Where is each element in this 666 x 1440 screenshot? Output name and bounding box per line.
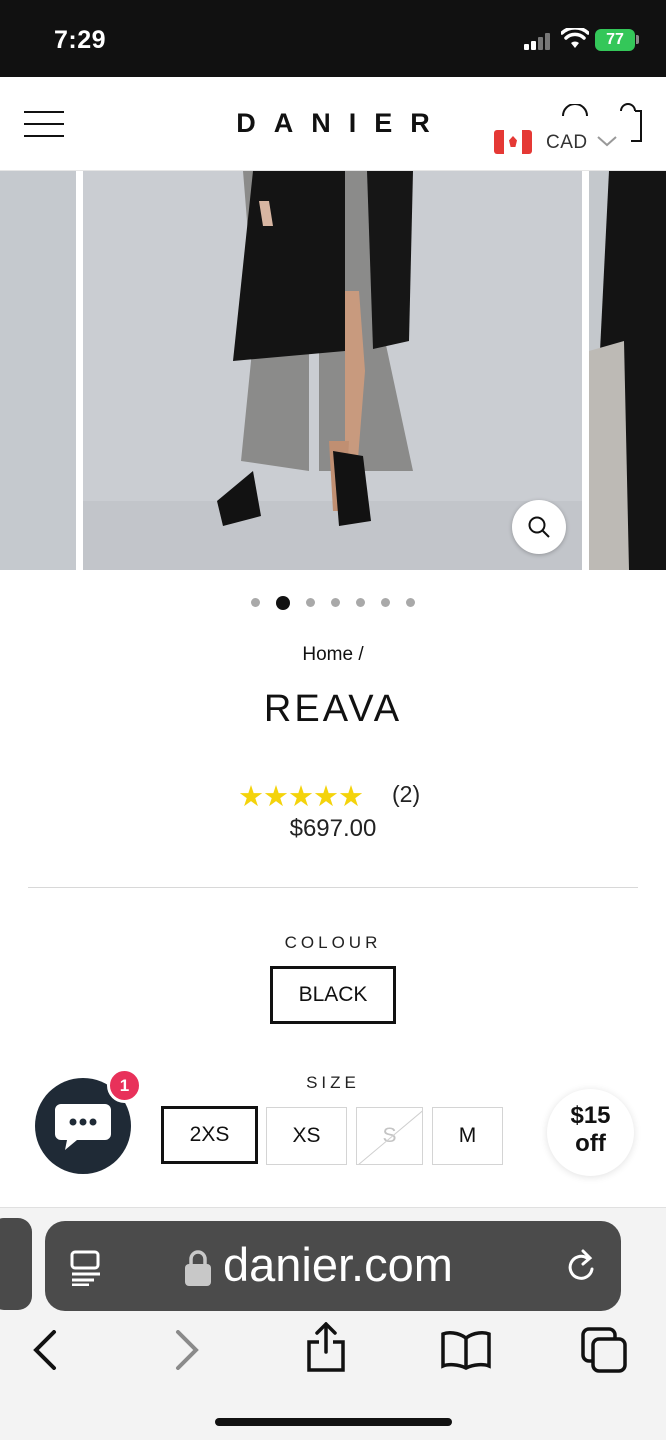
battery-indicator: 77 <box>595 29 635 51</box>
tabs-icon[interactable] <box>580 1326 630 1374</box>
status-bar: 7:29 77 <box>0 0 666 77</box>
address-bar[interactable]: danier.com <box>45 1221 621 1311</box>
account-icon[interactable] <box>560 104 590 124</box>
currency-label: CAD <box>546 132 588 153</box>
browser-toolbar: danier.com <box>0 1207 666 1440</box>
gallery-dot[interactable] <box>331 598 340 608</box>
divider <box>28 887 638 888</box>
product-title: REAVA <box>263 688 403 730</box>
battery-cap <box>636 35 639 44</box>
product-image <box>0 171 76 570</box>
size-option-2xs[interactable]: 2XS <box>161 1106 258 1164</box>
colour-option-black[interactable]: BLACK <box>270 966 396 1024</box>
gallery-dot-active[interactable] <box>276 595 290 610</box>
product-image <box>589 171 666 570</box>
zoom-button[interactable] <box>512 500 566 554</box>
product-price: $697.00 <box>289 815 377 842</box>
site-header: DANIER CAD <box>0 77 666 171</box>
url-text: danier.com <box>223 1238 453 1291</box>
star-rating-icon: ★★★★★ <box>238 781 364 813</box>
wifi-icon <box>561 28 589 48</box>
gallery-dot[interactable] <box>406 598 415 608</box>
search-icon <box>528 516 550 538</box>
gallery-slide-next[interactable] <box>589 171 666 570</box>
status-time: 7:29 <box>54 26 107 54</box>
size-option-s-label: S <box>382 1124 397 1147</box>
unavailable-strike <box>357 1108 422 1164</box>
bookmarks-icon[interactable] <box>440 1330 492 1370</box>
home-indicator <box>215 1418 452 1426</box>
forward-icon[interactable] <box>172 1330 200 1370</box>
discount-amount: $15 <box>570 1102 611 1129</box>
gallery-dot[interactable] <box>381 598 390 608</box>
previous-tab-preview[interactable] <box>0 1218 32 1310</box>
cellular-signal-icon <box>524 32 554 50</box>
size-option-s-unavailable[interactable]: S <box>356 1107 423 1165</box>
back-icon[interactable] <box>32 1330 60 1370</box>
discount-suffix: off <box>575 1130 606 1157</box>
size-option-xs[interactable]: XS <box>266 1107 347 1165</box>
breadcrumb[interactable]: Home / <box>0 644 666 666</box>
size-option-m[interactable]: M <box>432 1107 503 1165</box>
page-menu-icon[interactable] <box>69 1250 103 1286</box>
currency-selector[interactable]: CAD <box>492 127 622 157</box>
gallery-dot[interactable] <box>356 598 365 608</box>
gallery-pagination <box>0 594 666 612</box>
gallery-slide-previous[interactable] <box>0 171 76 570</box>
product-image <box>83 171 582 570</box>
product-gallery[interactable] <box>0 171 666 570</box>
gallery-dot[interactable] <box>251 598 260 608</box>
chat-bubble-icon <box>55 1104 111 1150</box>
discount-button[interactable]: $15 off <box>547 1089 634 1176</box>
review-count[interactable]: (2) <box>392 781 420 808</box>
reload-icon[interactable] <box>565 1249 599 1285</box>
lock-icon <box>185 1250 211 1286</box>
canada-flag-icon <box>494 130 532 154</box>
share-icon[interactable] <box>305 1322 347 1372</box>
battery-level: 77 <box>606 31 624 48</box>
gallery-dot[interactable] <box>306 598 315 608</box>
gallery-slide-current[interactable] <box>83 171 582 570</box>
chevron-down-icon <box>597 136 617 147</box>
chat-notification-badge: 1 <box>107 1068 142 1103</box>
colour-label: COLOUR <box>284 933 382 952</box>
